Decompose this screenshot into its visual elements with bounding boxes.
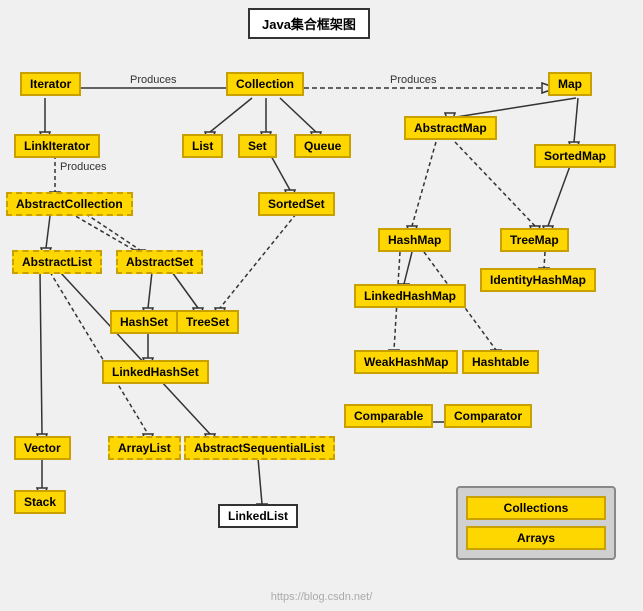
node-hashtable: Hashtable <box>462 350 539 374</box>
node-list: List <box>182 134 223 158</box>
node-linkedlist: LinkedList <box>218 504 298 528</box>
node-vector: Vector <box>14 436 71 460</box>
legend-box: Collections Arrays <box>456 486 616 560</box>
title: Java集合框架图 <box>248 8 370 39</box>
node-stack: Stack <box>14 490 66 514</box>
svg-text:Produces: Produces <box>390 74 437 86</box>
svg-text:Produces: Produces <box>60 161 107 173</box>
node-linkedhashset: LinkedHashSet <box>102 360 209 384</box>
node-abstractmap: AbstractMap <box>404 116 497 140</box>
node-hashmap: HashMap <box>378 228 451 252</box>
node-abstractlist: AbstractList <box>12 250 102 274</box>
node-abstractset: AbstractSet <box>116 250 203 274</box>
node-collection: Collection <box>226 72 304 96</box>
diagram: Produces Produces Produces <box>0 0 643 611</box>
node-sortedset: SortedSet <box>258 192 335 216</box>
node-treeset: TreeSet <box>176 310 239 334</box>
node-abstractsequentiallist: AbstractSequentialList <box>184 436 335 460</box>
node-linkiterator: LinkIterator <box>14 134 100 158</box>
node-comparable: Comparable <box>344 404 433 428</box>
watermark: https://blog.csdn.net/ <box>271 591 373 603</box>
svg-text:Produces: Produces <box>130 74 177 86</box>
node-arraylist: ArrayList <box>108 436 181 460</box>
node-comparator: Comparator <box>444 404 532 428</box>
node-hashset: HashSet <box>110 310 178 334</box>
node-map: Map <box>548 72 592 96</box>
node-set: Set <box>238 134 277 158</box>
node-treemap: TreeMap <box>500 228 569 252</box>
node-arrays: Arrays <box>466 526 606 550</box>
node-iterator: Iterator <box>20 72 81 96</box>
node-queue: Queue <box>294 134 351 158</box>
node-identityhashmap: IdentityHashMap <box>480 268 596 292</box>
node-collections: Collections <box>466 496 606 520</box>
node-linkedhashmap: LinkedHashMap <box>354 284 466 308</box>
node-sortedmap: SortedMap <box>534 144 616 168</box>
node-abstractcollection: AbstractCollection <box>6 192 133 216</box>
node-weakhashmap: WeakHashMap <box>354 350 458 374</box>
